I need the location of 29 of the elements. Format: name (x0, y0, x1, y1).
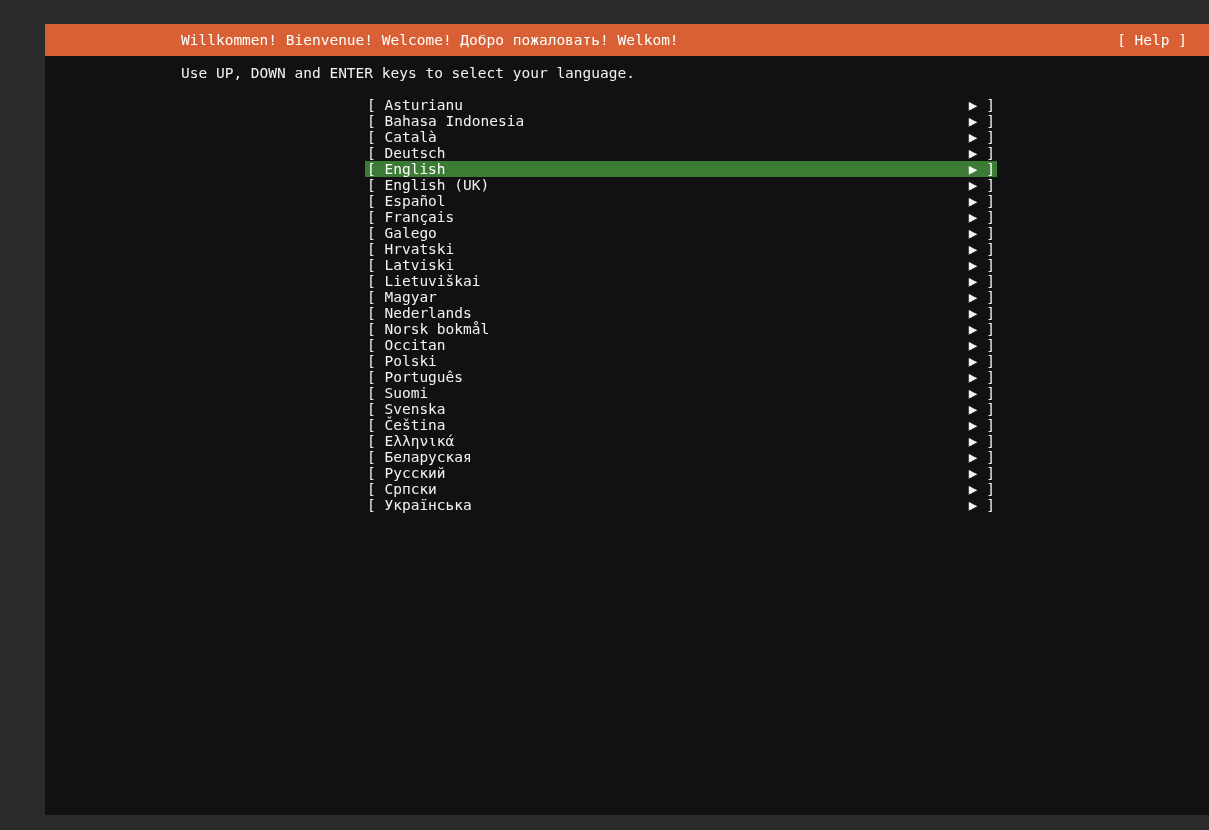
language-option[interactable]: [ Galego ▶ ] (365, 225, 997, 241)
language-option[interactable]: [ Español ▶ ] (365, 193, 997, 209)
language-option[interactable]: [ Magyar ▶ ] (365, 289, 997, 305)
language-option[interactable]: [ Latviski ▶ ] (365, 257, 997, 273)
language-option[interactable]: [ Português ▶ ] (365, 369, 997, 385)
language-option[interactable]: [ Svenska ▶ ] (365, 401, 997, 417)
language-option[interactable]: [ Hrvatski ▶ ] (365, 241, 997, 257)
language-option[interactable]: [ Беларуская ▶ ] (365, 449, 997, 465)
language-option[interactable]: [ Asturianu ▶ ] (365, 97, 997, 113)
language-option[interactable]: [ Српски ▶ ] (365, 481, 997, 497)
language-option[interactable]: [ Nederlands ▶ ] (365, 305, 997, 321)
help-button[interactable]: [ Help ] (1117, 32, 1187, 48)
language-option[interactable]: [ Occitan ▶ ] (365, 337, 997, 353)
welcome-title: Willkommen! Bienvenue! Welcome! Добро пожаловать! Welkom! (181, 32, 679, 48)
language-option[interactable]: [ Русский ▶ ] (365, 465, 997, 481)
language-option[interactable]: [ Bahasa Indonesia ▶ ] (365, 113, 997, 129)
language-option[interactable]: [ Norsk bokmål ▶ ] (365, 321, 997, 337)
language-option[interactable]: [ English (UK) ▶ ] (365, 177, 997, 193)
language-option[interactable]: [ Français ▶ ] (365, 209, 997, 225)
language-option[interactable]: [ Українська ▶ ] (365, 497, 997, 513)
language-option[interactable]: [ English ▶ ] (365, 161, 997, 177)
language-option[interactable]: [ Ελληνικά ▶ ] (365, 433, 997, 449)
language-option[interactable]: [ Català ▶ ] (365, 129, 997, 145)
instruction-text: Use UP, DOWN and ENTER keys to select your language. (180, 64, 636, 81)
language-option[interactable]: [ Čeština ▶ ] (365, 417, 997, 433)
language-option[interactable]: [ Lietuviškai ▶ ] (365, 273, 997, 289)
language-option[interactable]: [ Deutsch ▶ ] (365, 145, 997, 161)
language-option[interactable]: [ Suomi ▶ ] (365, 385, 997, 401)
language-option[interactable]: [ Polski ▶ ] (365, 353, 997, 369)
